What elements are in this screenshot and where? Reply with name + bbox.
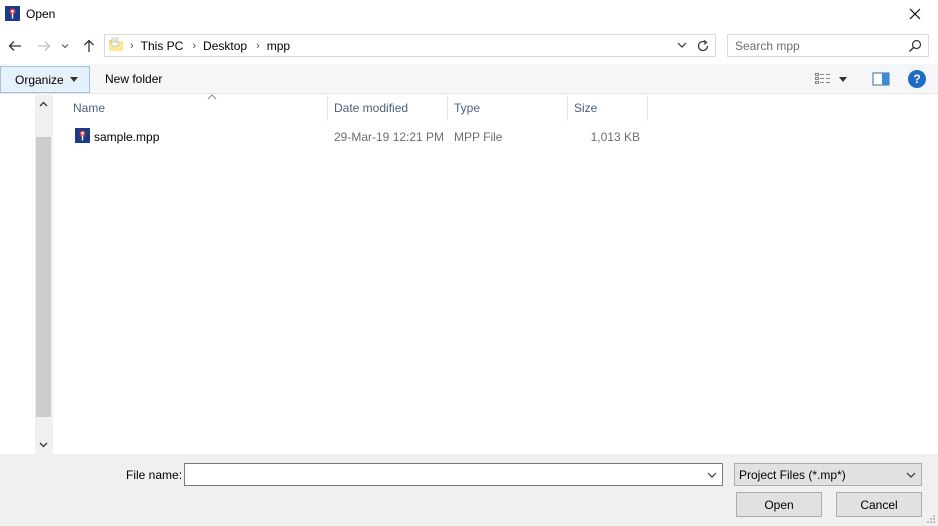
breadcrumb-desktop[interactable]: Desktop (203, 39, 247, 53)
back-button[interactable] (5, 36, 25, 56)
mpp-file-icon (75, 128, 90, 143)
close-button[interactable] (892, 0, 938, 28)
breadcrumb-separator: › (130, 39, 134, 52)
scroll-down-button[interactable] (35, 436, 52, 454)
forward-button[interactable] (34, 36, 54, 56)
new-folder-button[interactable]: New folder (105, 72, 162, 86)
column-header-label: Size (574, 101, 598, 115)
column-header-label: Date modified (334, 101, 409, 115)
project-app-icon (5, 6, 20, 21)
resize-grip-icon[interactable] (926, 514, 936, 524)
organize-label: Organize (15, 72, 64, 87)
file-name-input[interactable] (185, 464, 700, 485)
column-header-type[interactable]: Type (448, 95, 568, 121)
help-icon[interactable]: ? (908, 70, 926, 88)
file-name: sample.mpp (94, 130, 160, 144)
dialog-footer: File name: Project Files (*.mp*) Open Ca… (0, 454, 938, 526)
breadcrumb-this-pc[interactable]: This PC (141, 39, 184, 53)
scroll-up-icon (39, 101, 48, 107)
file-row[interactable]: sample.mpp 29-Mar-19 12:21 PM MPP File 1… (67, 124, 647, 148)
recent-locations-button[interactable] (58, 36, 72, 56)
cancel-button[interactable]: Cancel (836, 492, 922, 517)
forward-arrow-icon (38, 41, 51, 51)
file-date-modified: 29-Mar-19 12:21 PM (334, 130, 445, 144)
column-header-date-modified[interactable]: Date modified (328, 95, 448, 121)
navigation-bar: › This PC › Desktop › mpp (0, 30, 938, 62)
back-arrow-icon (8, 41, 21, 51)
chevron-down-icon (839, 76, 847, 82)
preview-pane-icon[interactable] (872, 71, 890, 87)
close-icon (909, 8, 921, 20)
sort-ascending-icon (207, 94, 217, 100)
view-options-icon (815, 73, 830, 84)
file-name-label: File name: (126, 468, 183, 482)
organize-button[interactable]: Organize (0, 66, 90, 93)
command-toolbar: Organize New folder ? (0, 64, 938, 94)
search-icon (909, 39, 922, 52)
file-type: MPP File (454, 130, 503, 144)
window-title: Open (26, 7, 56, 21)
file-type-selected: Project Files (*.mp*) (739, 467, 846, 482)
change-view-button[interactable] (815, 71, 857, 87)
title-bar: Open (0, 0, 938, 28)
navigation-pane (0, 95, 53, 454)
refresh-icon[interactable] (695, 38, 711, 54)
chevron-down-icon (69, 77, 78, 82)
chevron-down-icon[interactable] (705, 468, 719, 482)
chevron-down-icon (906, 472, 916, 478)
nav-pane-scrollbar[interactable] (35, 95, 52, 454)
search-input[interactable] (728, 35, 904, 56)
up-arrow-icon (84, 39, 94, 52)
open-button[interactable]: Open (736, 492, 822, 517)
file-size: 1,013 KB (590, 130, 640, 144)
breadcrumb-separator: › (192, 39, 197, 52)
chevron-down-icon[interactable] (675, 38, 689, 52)
breadcrumb: › This PC › Desktop › mpp (127, 35, 290, 56)
scroll-thumb[interactable] (36, 137, 51, 417)
column-header-name[interactable]: Name (67, 94, 328, 121)
recent-locations-icon (61, 44, 69, 49)
file-list: Name Date modified Type Size sample.mpp … (53, 94, 938, 454)
scroll-down-icon (39, 442, 48, 448)
search-box[interactable] (727, 34, 929, 57)
file-type-select[interactable]: Project Files (*.mp*) (734, 463, 922, 486)
column-header-size[interactable]: Size (568, 95, 648, 121)
column-header-label: Name (73, 101, 106, 115)
column-header-label: Type (454, 101, 481, 115)
scroll-up-button[interactable] (35, 95, 52, 113)
breadcrumb-mpp[interactable]: mpp (267, 39, 290, 53)
breadcrumb-separator: › (256, 39, 260, 52)
folder-icon (109, 37, 123, 51)
up-button[interactable] (79, 36, 99, 56)
address-bar[interactable]: › This PC › Desktop › mpp (104, 34, 716, 57)
file-name-combobox[interactable] (184, 463, 723, 486)
